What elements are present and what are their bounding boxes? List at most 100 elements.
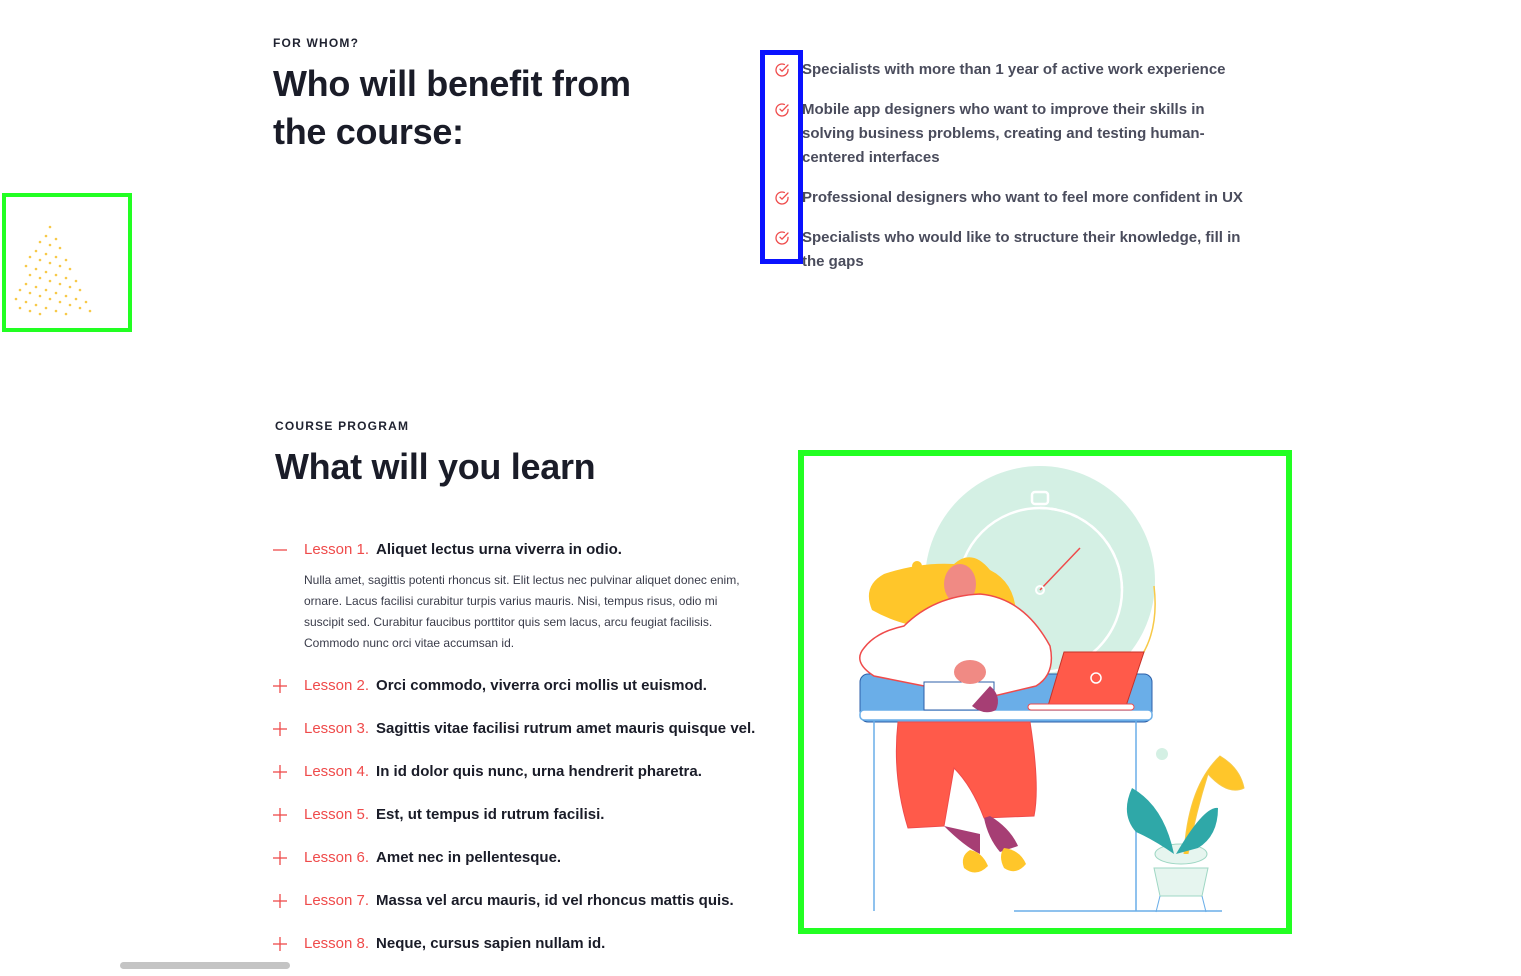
for-whom-heading-line1: Who will benefit from [273,63,631,104]
plus-icon[interactable] [272,893,288,909]
pattern-dot [34,267,38,271]
pattern-dot [68,303,72,307]
benefit-text: Specialists with more than 1 year of act… [802,61,1226,78]
pattern-dot [58,264,62,268]
pattern-dot [34,249,38,253]
lesson-number: Lesson 3. [304,720,370,737]
woman-sock-left [944,826,980,854]
benefit-item: Specialists who would like to structure … [770,226,1250,274]
lesson-header[interactable]: Lesson 6. Amet nec in pellentesque. [304,844,762,872]
check-circle-icon [775,231,789,245]
pattern-dot [48,279,52,283]
pattern-dot [54,255,58,259]
check-circle-icon [775,191,789,205]
dots-pattern-icon [14,225,92,316]
lesson-item[interactable]: Lesson 1. Aliquet lectus urna viverra in … [272,536,762,654]
pattern-dot [78,288,82,292]
pattern-dot [54,291,58,295]
plant-stand-right [1201,895,1207,913]
pattern-dot [28,255,32,259]
pattern-dot [14,297,18,301]
pattern-dot [64,258,68,262]
pattern-dot [54,273,58,277]
course-page: FOR WHOM? Who will benefit from the cour… [0,0,1521,976]
lesson-header[interactable]: Lesson 1. Aliquet lectus urna viverra in … [304,536,762,564]
pattern-dot [74,279,78,283]
lesson-title: Neque, cursus sapien nullam id. [376,935,606,952]
lesson-title: Sagittis vitae facilisi rutrum amet maur… [376,720,756,737]
lesson-header[interactable]: Lesson 5. Est, ut tempus id rutrum facili… [304,801,762,829]
lesson-item[interactable]: Lesson 6. Amet nec in pellentesque. [272,844,762,872]
lesson-title: Massa vel arcu mauris, id vel rhoncus ma… [376,892,734,909]
deco-dot [1156,748,1168,760]
pattern-dot [44,288,48,292]
pattern-dot [58,300,62,304]
pattern-dot [38,258,42,262]
pattern-dot [54,237,58,241]
benefit-text: Specialists who would like to structure … [802,229,1241,270]
pattern-dot [44,234,48,238]
laptop-base [1027,703,1135,711]
lesson-number: Lesson 2. [304,677,370,694]
plus-icon[interactable] [272,721,288,737]
plus-icon[interactable] [272,678,288,694]
lesson-item[interactable]: Lesson 4. In id dolor quis nunc, urna hen… [272,758,762,786]
pattern-dot [44,252,48,256]
pattern-dot [64,294,68,298]
course-program-eyebrow: COURSE PROGRAM [275,419,410,433]
decorative-dots-pattern [2,193,132,332]
pattern-dot [64,276,68,280]
pattern-dot [48,297,52,301]
benefit-list: Specialists with more than 1 year of act… [770,58,1250,290]
woman-shoe-left [962,850,988,873]
pattern-dot [88,309,92,313]
pattern-dot [38,312,42,316]
woman-at-desk-illustration [859,466,1245,913]
plus-icon[interactable] [272,807,288,823]
lesson-header[interactable]: Lesson 7. Massa vel arcu mauris, id vel r… [304,887,762,915]
plus-icon[interactable] [272,850,288,866]
lesson-item[interactable]: Lesson 3. Sagittis vitae facilisi rutrum … [272,715,762,743]
lesson-description: Nulla amet, sagittis potenti rhoncus sit… [304,573,740,650]
plus-icon[interactable] [272,764,288,780]
lesson-item[interactable]: Lesson 2. Orci commodo, viverra orci moll… [272,672,762,700]
pattern-dot [28,309,32,313]
pattern-dot [38,294,42,298]
minus-icon[interactable] [272,542,288,558]
lesson-item[interactable]: Lesson 8. Neque, cursus sapien nullam id. [272,930,762,958]
lesson-number: Lesson 8. [304,935,370,952]
lesson-number: Lesson 4. [304,763,370,780]
lesson-header[interactable]: Lesson 8. Neque, cursus sapien nullam id. [304,930,762,958]
desk-edge [859,709,1153,721]
lesson-item[interactable]: Lesson 7. Massa vel arcu mauris, id vel r… [272,887,762,915]
course-program-heading: What will you learn [275,446,596,487]
lesson-header[interactable]: Lesson 3. Sagittis vitae facilisi rutrum … [304,715,762,743]
plus-icon[interactable] [272,936,288,952]
lesson-number: Lesson 1. [304,541,370,558]
benefit-text: Professional designers who want to feel … [802,189,1243,206]
pattern-dot [28,273,32,277]
check-circle-icon [775,103,789,117]
pattern-dot [84,300,88,304]
woman-shoe-right [1001,848,1026,872]
lesson-number: Lesson 7. [304,892,370,909]
lesson-accordion: Lesson 1. Aliquet lectus urna viverra in … [272,536,762,973]
hair-bun [912,561,922,571]
pattern-dot [68,267,72,271]
lesson-header[interactable]: Lesson 2. Orci commodo, viverra orci moll… [304,672,762,700]
pattern-dot [64,312,68,316]
lesson-number: Lesson 5. [304,806,370,823]
lesson-title: Aliquet lectus urna viverra in odio. [376,541,622,558]
pattern-dot [34,303,38,307]
pattern-dot [68,285,72,289]
pattern-dot [48,225,52,229]
pattern-dot [24,300,28,304]
benefit-text: Mobile app designers who want to improve… [802,101,1205,166]
pattern-dot [48,261,52,265]
lesson-header[interactable]: Lesson 4. In id dolor quis nunc, urna hen… [304,758,762,786]
pattern-dot [28,291,32,295]
lesson-item[interactable]: Lesson 5. Est, ut tempus id rutrum facili… [272,801,762,829]
benefit-item: Specialists with more than 1 year of act… [770,58,1250,82]
check-circle-icon [775,63,789,77]
horizontal-scrollbar[interactable] [120,962,290,969]
